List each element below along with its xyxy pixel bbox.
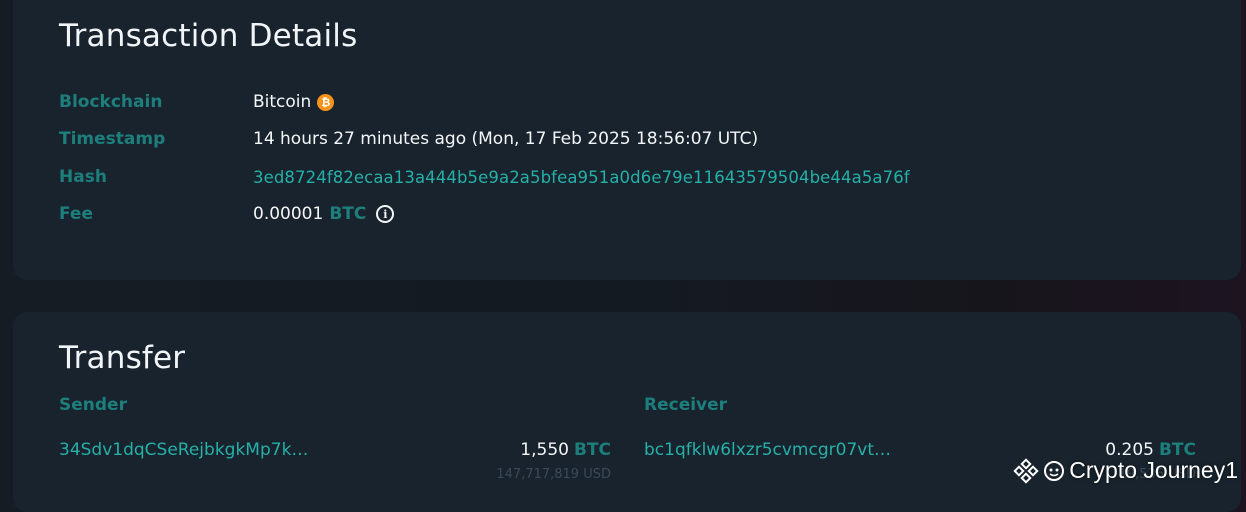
sender-amount: 1,550 BTC (520, 440, 611, 460)
fee-label: Fee (59, 204, 93, 224)
watermark-text: Crypto Journey1 (1069, 457, 1238, 483)
sender-amount-unit: BTC (573, 440, 611, 460)
transfer-title: Transfer (59, 340, 186, 376)
info-icon[interactable]: i (376, 205, 395, 223)
timestamp-row: Timestamp 14 hours 27 minutes ago (Mon, … (59, 127, 758, 151)
transaction-details-title: Transaction Details (59, 18, 358, 54)
sender-amount-value: 1,550 (520, 440, 569, 460)
blockchain-value: Bitcoin (253, 92, 312, 112)
hash-row: Hash 3ed8724f82ecaa13a444b5e9a2a5bfea951… (59, 165, 910, 189)
receiver-address-link[interactable]: bc1qfklw6lxzr5cvmcgr07vt… (644, 440, 891, 460)
binance-logo-icon (1013, 457, 1039, 484)
fee-value: 0.00001 (253, 204, 324, 224)
avatar-icon (1044, 460, 1065, 481)
bitcoin-icon: ₿ (317, 93, 335, 111)
sender-header: Sender (59, 395, 127, 415)
sender-address-link[interactable]: 34Sdv1dqCSeRejbkgkMp7k… (59, 440, 308, 460)
transaction-details-card: Transaction Details Blockchain Bitcoin ₿… (13, 0, 1241, 280)
fee-value-wrap: 0.00001 BTC i (253, 204, 395, 224)
sender-usd-value: 147,717,819 USD (496, 467, 611, 482)
blockchain-row: Blockchain Bitcoin ₿ (59, 90, 335, 114)
watermark: Crypto Journey1 (1013, 457, 1238, 484)
hash-label: Hash (59, 167, 107, 187)
hash-link[interactable]: 3ed8724f82ecaa13a444b5e9a2a5bfea951a0d6e… (253, 168, 910, 187)
fee-row: Fee 0.00001 BTC i (59, 202, 395, 226)
blockchain-value-wrap: Bitcoin ₿ (253, 92, 335, 112)
blockchain-label: Blockchain (59, 92, 163, 112)
timestamp-value: 14 hours 27 minutes ago (Mon, 17 Feb 202… (253, 129, 759, 149)
receiver-header: Receiver (644, 395, 728, 415)
timestamp-label: Timestamp (59, 129, 166, 149)
fee-unit: BTC (329, 204, 367, 224)
